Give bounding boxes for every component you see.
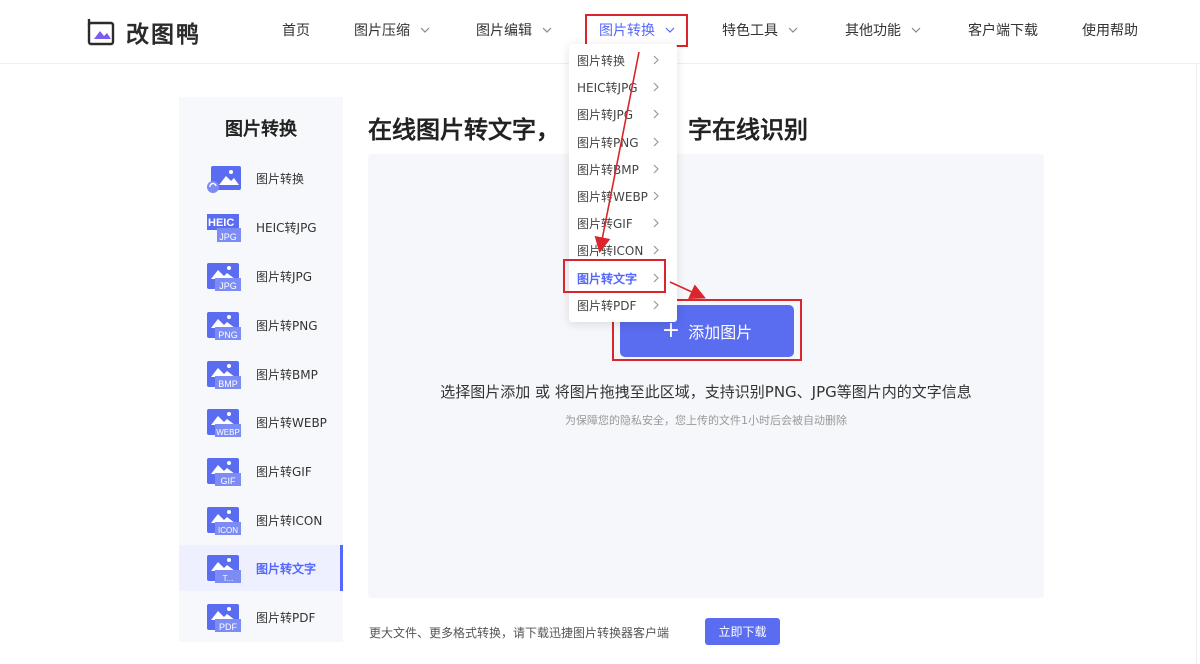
annotation-box-dropdown (563, 259, 666, 293)
nav-other[interactable]: 其他功能 (845, 20, 921, 40)
dropdown-item[interactable]: 图片转GIF (577, 215, 633, 232)
icon-tag: ICON (218, 526, 238, 535)
image-format-icon: WEBP (205, 407, 243, 438)
page-title-left: 在线图片转文字， (368, 116, 560, 144)
nav-client-download[interactable]: 客户端下载 (968, 20, 1038, 40)
sidebar-item-label: 图片转换 (256, 170, 304, 187)
sidebar-title: 图片转换 (179, 115, 343, 141)
sidebar-item[interactable]: HEIC JPG HEIC转JPG (179, 204, 343, 250)
sidebar: 图片转换 图片转换 HEIC JPG HEIC转JPG JPG 图片转JPG PNG 图片转P… (179, 97, 343, 642)
chevron-right-icon (652, 191, 660, 201)
chevron-down-icon (788, 25, 798, 35)
nav-label: 客户端下载 (968, 20, 1038, 40)
sidebar-item-label: 图片转BMP (256, 366, 318, 383)
nav-label: 图片压缩 (354, 20, 410, 40)
sidebar-item-label: 图片转ICON (256, 512, 322, 529)
chevron-down-icon (420, 25, 430, 35)
dropdown-item[interactable]: 图片转ICON (577, 242, 643, 259)
sidebar-item[interactable]: 图片转换 (179, 155, 343, 201)
logo-text: 改图鸭 (126, 15, 201, 49)
sidebar-item-label: 图片转PDF (256, 609, 315, 626)
dropdown-item[interactable]: 图片转PDF (577, 297, 636, 314)
dropdown-item[interactable]: 图片转PNG (577, 134, 639, 151)
nav-label: 特色工具 (722, 20, 778, 40)
annotation-box-nav (585, 14, 688, 47)
chevron-right-icon (652, 300, 660, 310)
sidebar-item[interactable]: GIF 图片转GIF (179, 448, 343, 494)
image-format-icon: PDF (205, 602, 243, 633)
page-title-right: 字在线识别 (688, 116, 808, 144)
chevron-right-icon (652, 218, 660, 228)
sidebar-item-label: 图片转PNG (256, 317, 318, 334)
icon-tag-top: HEIC (208, 217, 234, 229)
sidebar-item-label: 图片转WEBP (256, 414, 327, 431)
dropdown-item[interactable]: HEIC转JPG (577, 79, 638, 96)
page: 改图鸭 首页 图片压缩 图片编辑 图片转换 特色工具 其他功能 客户端下载 使用… (0, 0, 1200, 664)
privacy-hint: 为保障您的隐私安全，您上传的文件1小时后会被自动删除 (368, 412, 1044, 428)
dropdown-item[interactable]: 图片转换 (577, 52, 625, 69)
sidebar-item[interactable]: PDF 图片转PDF (179, 594, 343, 640)
upload-hint: 选择图片添加 或 将图片拖拽至此区域，支持识别PNG、JPG等图片内的文字信息 (368, 381, 1044, 402)
chevron-right-icon (652, 164, 660, 174)
dropdown-item[interactable]: 图片转WEBP (577, 188, 648, 205)
chevron-right-icon (652, 109, 660, 119)
image-format-icon: BMP (205, 359, 243, 390)
image-format-icon: PNG (205, 310, 243, 341)
sidebar-item[interactable]: T... 图片转文字 (179, 545, 343, 591)
image-format-icon: T... (205, 553, 243, 584)
sidebar-item[interactable]: ICON 图片转ICON (179, 497, 343, 543)
icon-tag: WEBP (216, 428, 240, 437)
chevron-down-icon (911, 25, 921, 35)
nav-label: 图片编辑 (476, 20, 532, 40)
download-now-button[interactable]: 立即下载 (705, 618, 780, 645)
chevron-down-icon (542, 25, 552, 35)
chevron-right-icon (652, 82, 660, 92)
image-format-icon (205, 163, 243, 194)
sidebar-item-label: 图片转文字 (256, 560, 316, 577)
image-format-icon: GIF (205, 456, 243, 487)
icon-tag: JPG (219, 281, 237, 291)
nav-special-tools[interactable]: 特色工具 (722, 20, 798, 40)
icon-tag: T... (223, 574, 234, 583)
chevron-right-icon (652, 55, 660, 65)
nav-label: 其他功能 (845, 20, 901, 40)
image-format-icon: ICON (205, 505, 243, 536)
logo[interactable]: 改图鸭 (86, 15, 201, 49)
image-format-icon: HEIC JPG (205, 212, 243, 243)
icon-tag: PDF (219, 622, 238, 632)
footer-promo-text: 更大文件、更多格式转换，请下载迅捷图片转换器客户端 (369, 624, 669, 641)
icon-tag: BMP (218, 379, 238, 389)
nav-label: 首页 (282, 20, 310, 40)
upload-drop-area[interactable] (368, 154, 1044, 598)
logo-icon (86, 17, 116, 47)
chevron-right-icon (652, 245, 660, 255)
sidebar-item[interactable]: BMP 图片转BMP (179, 351, 343, 397)
nav-help[interactable]: 使用帮助 (1082, 20, 1138, 40)
icon-tag: GIF (221, 476, 237, 486)
sidebar-item[interactable]: PNG 图片转PNG (179, 302, 343, 348)
sidebar-item-label: 图片转GIF (256, 463, 312, 480)
sidebar-item[interactable]: WEBP 图片转WEBP (179, 399, 343, 445)
dropdown-item[interactable]: 图片转JPG (577, 106, 633, 123)
sidebar-item-label: 图片转JPG (256, 268, 312, 285)
nav-compress[interactable]: 图片压缩 (354, 20, 430, 40)
sidebar-item-label: HEIC转JPG (256, 219, 317, 236)
dropdown-item[interactable]: 图片转BMP (577, 161, 639, 178)
nav-label: 使用帮助 (1082, 20, 1138, 40)
chevron-right-icon (652, 137, 660, 147)
icon-tag: JPG (219, 232, 237, 242)
icon-tag: PNG (218, 330, 238, 340)
divider (1196, 64, 1197, 664)
nav-edit[interactable]: 图片编辑 (476, 20, 552, 40)
image-format-icon: JPG (205, 261, 243, 292)
sidebar-item[interactable]: JPG 图片转JPG (179, 253, 343, 299)
nav-home[interactable]: 首页 (282, 20, 310, 40)
